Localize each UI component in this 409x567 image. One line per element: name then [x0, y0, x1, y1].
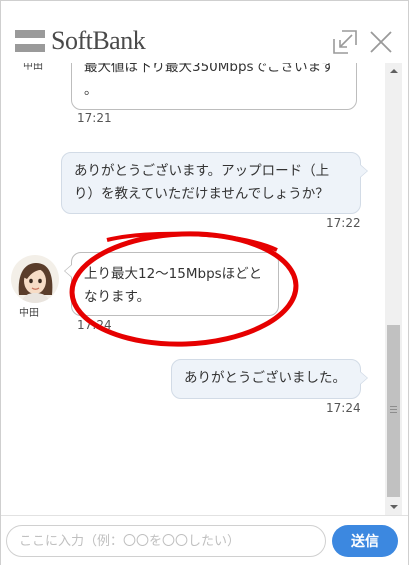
bubble-tail — [64, 264, 72, 278]
message-line: り）を教えていただけませんでしょうか？ — [74, 186, 329, 202]
message-line: 上り最大12〜15Mbpsほどと — [84, 266, 263, 282]
message-time: 17:24 — [77, 318, 112, 332]
scroll-up-arrow-icon[interactable] — [385, 63, 402, 79]
brand-name: SoftBank — [51, 26, 146, 55]
close-icon[interactable] — [368, 29, 394, 55]
chat-scrollbar[interactable] — [385, 63, 402, 515]
bubble-tail — [360, 371, 368, 385]
message-line: 最大値は下り最大350Mbpsでございます — [84, 63, 335, 75]
operator-message: 上り最大12〜15Mbpsほどと なります。 — [64, 252, 279, 316]
operator-message: 最大値は下り最大350Mbpsでございます 。 — [71, 63, 357, 110]
operator-name: 中田 — [23, 63, 43, 72]
input-bar: 送信 — [1, 515, 408, 567]
expand-icon[interactable] — [332, 29, 358, 55]
operator-avatar — [11, 255, 59, 303]
scroll-thumb[interactable] — [387, 325, 400, 497]
bubble-tail — [360, 164, 368, 178]
message-time: 17:21 — [77, 111, 112, 125]
message-line: なります。 — [84, 289, 151, 305]
chat-window: SoftBank 中田 最大値は下り最大350Mbpsでございます 。 17:2… — [0, 0, 409, 567]
user-message: ありがとうございました。 — [171, 359, 368, 399]
user-message: ありがとうございます。アップロード（上 り）を教えていただけませんでしょうか？ — [61, 152, 368, 214]
chat-log: 中田 最大値は下り最大350Mbpsでございます 。 17:21 ありがとうござ… — [1, 63, 385, 515]
message-line: ありがとうございます。アップロード（上 — [74, 163, 330, 179]
message-line: 。 — [84, 82, 98, 98]
softbank-logo: SoftBank — [15, 26, 146, 55]
send-button[interactable]: 送信 — [332, 525, 398, 557]
logo-bars-icon — [15, 30, 45, 52]
message-line: ありがとうございました。 — [184, 370, 346, 386]
scroll-grip-icon — [390, 406, 397, 415]
operator-name: 中田 — [19, 308, 39, 319]
scroll-down-arrow-icon[interactable] — [385, 499, 402, 515]
message-input[interactable] — [6, 525, 326, 557]
message-time: 17:24 — [326, 401, 361, 415]
header: SoftBank — [1, 1, 408, 63]
message-time: 17:22 — [326, 216, 361, 230]
